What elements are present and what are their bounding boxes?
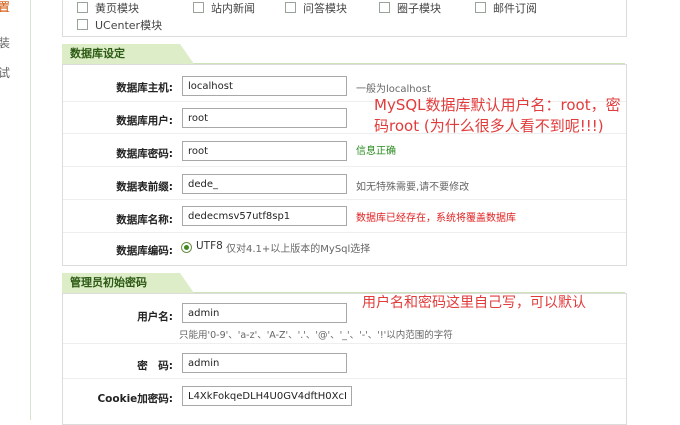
module-circle[interactable]: 圈子模块 — [379, 0, 441, 16]
admin-username-hint: 只能用'0-9'、'a-z'、'A-Z'、'.'、'@'、'_'、'-'、'!'… — [179, 330, 453, 341]
db-name-input[interactable] — [182, 206, 347, 226]
db-prefix-label: 数据表前缀: — [116, 181, 173, 193]
divider — [63, 199, 626, 200]
db-host-hint: 一般为localhost — [356, 84, 431, 95]
sidebar: 置 装 试 — [0, 0, 31, 420]
admin-username-input[interactable] — [182, 303, 347, 323]
checkbox[interactable] — [379, 2, 390, 13]
annotation-admin-note: 用户名和密码这里自己写，可以默认 — [362, 295, 586, 311]
admin-username-label: 用户名: — [137, 311, 173, 323]
module-qa[interactable]: 问答模块 — [285, 0, 347, 16]
db-password-label: 数据库密码: — [116, 148, 173, 160]
db-user-label: 数据库用户: — [116, 115, 173, 127]
db-host-input[interactable] — [182, 76, 347, 96]
sidebar-item-config[interactable]: 置 — [0, 0, 10, 15]
sidebar-item-install[interactable]: 装 — [0, 34, 10, 51]
db-name-warning: 数据库已经存在，系统将覆盖数据库 — [356, 213, 516, 224]
divider — [63, 232, 626, 233]
db-password-status: 信息正确 — [356, 146, 396, 157]
cookie-key-label: Cookie加密码: — [97, 393, 173, 405]
checkbox[interactable] — [285, 2, 296, 13]
admin-password-input[interactable] — [182, 353, 347, 373]
module-ucenter[interactable]: UCenter模块 — [77, 17, 162, 33]
db-prefix-hint: 如无特殊需要,请不要修改 — [356, 182, 470, 193]
db-charset-label: 数据库编码: — [116, 245, 173, 257]
db-prefix-input[interactable] — [182, 174, 347, 194]
module-mail[interactable]: 邮件订阅 — [475, 0, 537, 16]
module-list: 黄页模块 站内新闻 问答模块 圈子模块 邮件订阅 UCenter模块 — [62, 0, 627, 37]
annotation-mysql-default: MySQL数据库默认用户名：root，密 码root (为什么很多人看不到呢!!… — [374, 96, 621, 135]
divider — [63, 378, 626, 379]
db-password-input[interactable] — [182, 141, 347, 161]
module-news[interactable]: 站内新闻 — [193, 0, 255, 16]
section-title-admin: 管理员初始密码 — [62, 273, 194, 293]
checkbox[interactable] — [475, 2, 486, 13]
charset-option: UTF8 — [196, 240, 223, 252]
checkbox[interactable] — [193, 2, 204, 13]
admin-password-label: 密 码: — [137, 360, 173, 372]
section-title-db: 数据库设定 — [62, 44, 194, 64]
divider — [63, 166, 626, 167]
charset-radio[interactable] — [181, 242, 192, 253]
db-user-input[interactable] — [182, 108, 347, 128]
sidebar-item-test[interactable]: 试 — [0, 64, 10, 81]
db-name-label: 数据库名称: — [116, 214, 173, 226]
cookie-key-input[interactable] — [182, 386, 352, 406]
charset-hint: 仅对4.1+以上版本的MySql选择 — [226, 244, 371, 255]
module-yellowpage[interactable]: 黄页模块 — [77, 0, 139, 16]
checkbox[interactable] — [77, 19, 88, 30]
divider — [63, 343, 626, 344]
checkbox[interactable] — [77, 2, 88, 13]
db-host-label: 数据库主机: — [116, 82, 173, 94]
